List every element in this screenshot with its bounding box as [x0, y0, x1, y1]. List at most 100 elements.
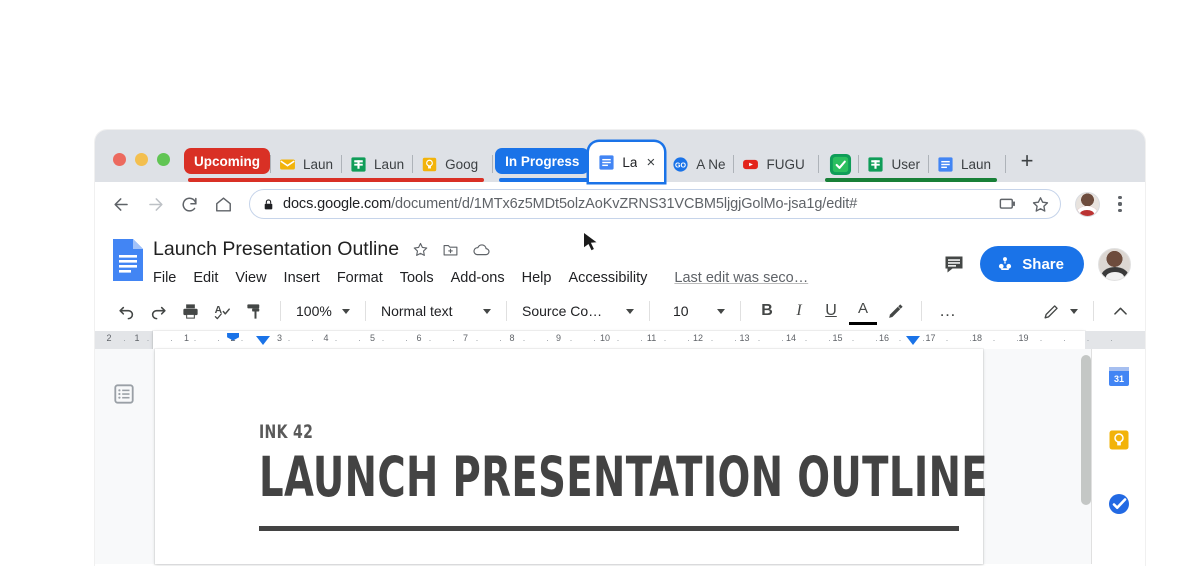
address-bar[interactable]: docs.google.com/document/d/1MTx6z5MDt5ol…: [249, 189, 1061, 219]
toolbar-separator: [740, 301, 741, 321]
google-docs-app-icon[interactable]: [111, 238, 145, 282]
chevron-down-icon: [717, 308, 725, 314]
document-page[interactable]: INK 42 LAUNCH PRESENTATION OUTLINE: [155, 349, 988, 564]
ruler-tick-18: 18: [972, 332, 983, 343]
ruler-hatch: ·: [334, 334, 338, 345]
text-color-button[interactable]: A: [848, 296, 878, 326]
ruler-hatch: ·: [828, 334, 831, 345]
zoom-select[interactable]: 100%: [292, 297, 354, 325]
editing-mode-button[interactable]: [1038, 297, 1082, 325]
undo-button[interactable]: [111, 296, 141, 326]
ruler-hatch: ·: [475, 334, 479, 345]
ruler-hatch: ·: [428, 334, 432, 345]
menu-tools[interactable]: Tools: [400, 270, 434, 286]
ruler-tick-12: 12: [693, 332, 704, 343]
close-tab-icon[interactable]: ×: [646, 155, 655, 170]
document-outline-toggle[interactable]: [111, 381, 137, 407]
menu-view[interactable]: View: [235, 270, 266, 286]
ruler-tick-15: 15: [832, 332, 843, 343]
tab-gmail-laun[interactable]: Laun: [271, 146, 341, 182]
docs-header: Launch Presentation Outline File Edit Vi…: [95, 226, 1145, 291]
ruler-tick-11: 11: [646, 332, 657, 343]
collapse-toolbar-button[interactable]: [1105, 296, 1135, 326]
zoom-window-button[interactable]: [157, 153, 170, 166]
collapse-chevron-icon: [1113, 307, 1127, 315]
document-title[interactable]: Launch Presentation Outline: [153, 238, 399, 261]
ruler-hatch: ·: [757, 334, 761, 345]
spellcheck-button[interactable]: A: [207, 296, 237, 326]
menu-add-ons[interactable]: Add-ons: [451, 270, 505, 286]
ruler-hatch: ·: [170, 334, 173, 345]
forward-button[interactable]: [139, 188, 171, 220]
tab-group-label-upcoming[interactable]: Upcoming: [184, 148, 270, 174]
ruler-hatch: ·: [240, 334, 244, 345]
menu-file[interactable]: File: [153, 270, 176, 286]
menu-accessibility[interactable]: Accessibility: [568, 270, 647, 286]
tab-tasks-green[interactable]: [823, 146, 858, 182]
minimize-window-button[interactable]: [135, 153, 148, 166]
toolbar-separator: [921, 301, 922, 321]
chevron-down-icon: [342, 308, 350, 314]
menu-help[interactable]: Help: [522, 270, 552, 286]
right-indent-marker[interactable]: [905, 335, 920, 345]
docs-icon: [938, 156, 953, 172]
ruler-hatch: ·: [569, 334, 573, 345]
font-size-select[interactable]: 10: [661, 297, 729, 325]
ruler[interactable]: 2112345678910111213141516171819·········…: [95, 330, 1145, 546]
underline-button[interactable]: U: [816, 296, 846, 326]
menu-format[interactable]: Format: [337, 270, 383, 286]
reload-button[interactable]: [173, 188, 205, 220]
tab-keep-goog[interactable]: Goog: [413, 146, 486, 182]
cloud-saved-icon[interactable]: [472, 240, 491, 259]
google-calendar-icon[interactable]: 31: [1106, 363, 1132, 389]
tab-docs-laun[interactable]: Laun: [929, 146, 999, 182]
ruler-tick-7: 7: [463, 332, 469, 343]
ruler-hatch: ·: [687, 334, 690, 345]
menu-edit[interactable]: Edit: [193, 270, 218, 286]
account-avatar[interactable]: [1098, 247, 1131, 281]
heading-divider: [259, 526, 959, 532]
home-button[interactable]: [207, 188, 239, 220]
vertical-scrollbar[interactable]: [1081, 355, 1091, 505]
svg-text:31: 31: [1113, 374, 1123, 384]
tab-go-a-new[interactable]: GO A Ne: [664, 146, 733, 182]
tab-docs-active[interactable]: La ×: [589, 142, 665, 182]
ruler-hatch: ·: [546, 334, 549, 345]
share-button[interactable]: Share: [980, 246, 1084, 282]
mouse-pointer: [583, 232, 599, 254]
comment-history-icon[interactable]: [942, 252, 966, 276]
document-kicker: INK 42: [259, 421, 314, 443]
move-to-folder-icon[interactable]: [442, 241, 459, 258]
profile-button[interactable]: [1071, 188, 1103, 220]
paint-format-button[interactable]: [239, 296, 269, 326]
svg-text:GO: GO: [675, 161, 687, 169]
last-edit-status[interactable]: Last edit was seco…: [674, 270, 808, 286]
new-tab-button[interactable]: +: [1012, 146, 1042, 176]
highlight-color-button[interactable]: [880, 296, 910, 326]
redo-button[interactable]: [143, 296, 173, 326]
paragraph-style-select[interactable]: Normal text: [377, 297, 495, 325]
ruler-hatch: ·: [123, 334, 126, 345]
formatting-toolbar: A 100% Normal text Source Co… 10 B I U A…: [95, 291, 1145, 331]
font-family-select[interactable]: Source Co…: [518, 297, 638, 325]
browser-menu-button[interactable]: [1105, 188, 1135, 220]
left-indent-marker[interactable]: [256, 335, 271, 345]
bookmark-star-icon[interactable]: [1031, 195, 1050, 214]
cast-icon[interactable]: [998, 195, 1017, 214]
pencil-icon: [1044, 304, 1058, 319]
print-button[interactable]: [175, 296, 205, 326]
google-keep-icon[interactable]: [1106, 427, 1132, 453]
tab-group-label-in-progress[interactable]: In Progress: [495, 148, 590, 174]
tab-sheets-user[interactable]: User: [859, 146, 928, 182]
ruler-hatch: ·: [287, 334, 291, 345]
bold-button[interactable]: B: [752, 296, 782, 326]
tab-sheets-laun[interactable]: Laun: [342, 146, 412, 182]
italic-button[interactable]: I: [784, 296, 814, 326]
close-window-button[interactable]: [113, 153, 126, 166]
star-icon[interactable]: [412, 241, 429, 258]
menu-insert[interactable]: Insert: [284, 270, 320, 286]
more-options-button[interactable]: …: [933, 296, 963, 326]
back-button[interactable]: [105, 188, 137, 220]
google-tasks-icon[interactable]: [1106, 491, 1132, 517]
tab-youtube-fugu[interactable]: FUGU: [734, 146, 812, 182]
